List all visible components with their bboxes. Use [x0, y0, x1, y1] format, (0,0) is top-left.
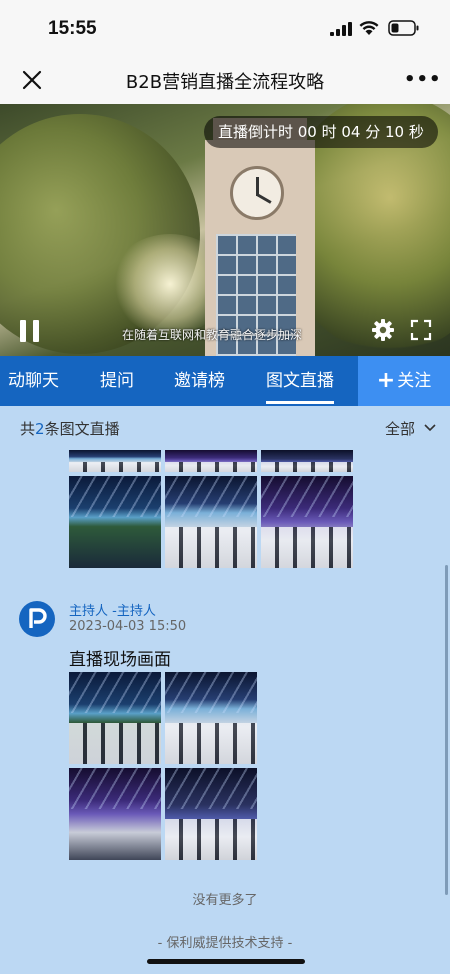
- status-time: 15:55: [48, 18, 97, 39]
- home-indicator: [147, 959, 305, 964]
- page-title: B2B营销直播全流程攻略: [125, 72, 325, 93]
- post-timestamp: 2023-04-03 15:50: [69, 619, 187, 634]
- tab-image-text-live[interactable]: 图文直播: [266, 356, 334, 406]
- plus-icon: +: [376, 368, 396, 393]
- gallery-photo[interactable]: [261, 450, 353, 472]
- more-icon[interactable]: •••: [404, 69, 442, 90]
- follow-label: 关注: [397, 371, 432, 391]
- close-icon[interactable]: [20, 68, 44, 92]
- status-bar: 15:55: [0, 0, 450, 56]
- wifi-icon: [359, 21, 379, 35]
- tab-questions[interactable]: 提问: [100, 356, 134, 406]
- nav-bar: B2B营销直播全流程攻略 •••: [0, 56, 450, 104]
- video-subtitle: 在随着互联网和教育融合逐步加深: [122, 328, 303, 342]
- post-count: 共2条图文直播: [20, 420, 120, 438]
- gallery-photo[interactable]: [69, 476, 161, 568]
- gallery-photo[interactable]: [69, 450, 161, 472]
- gallery-photo[interactable]: [261, 476, 353, 568]
- filter-row: 共2条图文直播 全部: [0, 406, 450, 450]
- no-more-text: 没有更多了: [192, 893, 258, 908]
- follow-button[interactable]: + 关注: [358, 356, 450, 406]
- post-photo[interactable]: [165, 672, 257, 764]
- video-player[interactable]: 直播倒计时 00 时 04 分 10 秒 在随着互联网和教育融合逐步加深: [0, 104, 450, 356]
- post-photo[interactable]: [165, 768, 257, 860]
- signal-icon: [330, 22, 352, 36]
- tab-chat[interactable]: 动聊天: [8, 356, 59, 406]
- filter-all-dropdown[interactable]: 全部: [385, 418, 436, 439]
- gear-icon[interactable]: [371, 318, 395, 342]
- chevron-down-icon: [424, 424, 436, 432]
- host-name: 主持人 -主持人: [69, 604, 156, 619]
- pause-icon[interactable]: [20, 320, 40, 342]
- post-photo[interactable]: [69, 672, 161, 764]
- gallery-photo[interactable]: [165, 476, 257, 568]
- tab-bar: 动聊天 提问 邀请榜 图文直播 + 关注: [0, 356, 450, 406]
- live-countdown: 直播倒计时 00 时 04 分 10 秒: [204, 116, 438, 148]
- gallery-photo[interactable]: [165, 450, 257, 472]
- battery-icon: [388, 20, 419, 36]
- post-photo[interactable]: [69, 768, 161, 860]
- host-avatar: [19, 601, 55, 637]
- video-frame-clock: [230, 166, 284, 220]
- scrollbar[interactable]: [445, 565, 448, 895]
- brand-logo-icon: [29, 608, 47, 628]
- tech-support-text: - 保利威提供技术支持 -: [157, 936, 293, 951]
- fullscreen-icon[interactable]: [410, 319, 432, 341]
- post-text: 直播现场画面: [69, 650, 171, 670]
- tab-invite-ranking[interactable]: 邀请榜: [174, 356, 225, 406]
